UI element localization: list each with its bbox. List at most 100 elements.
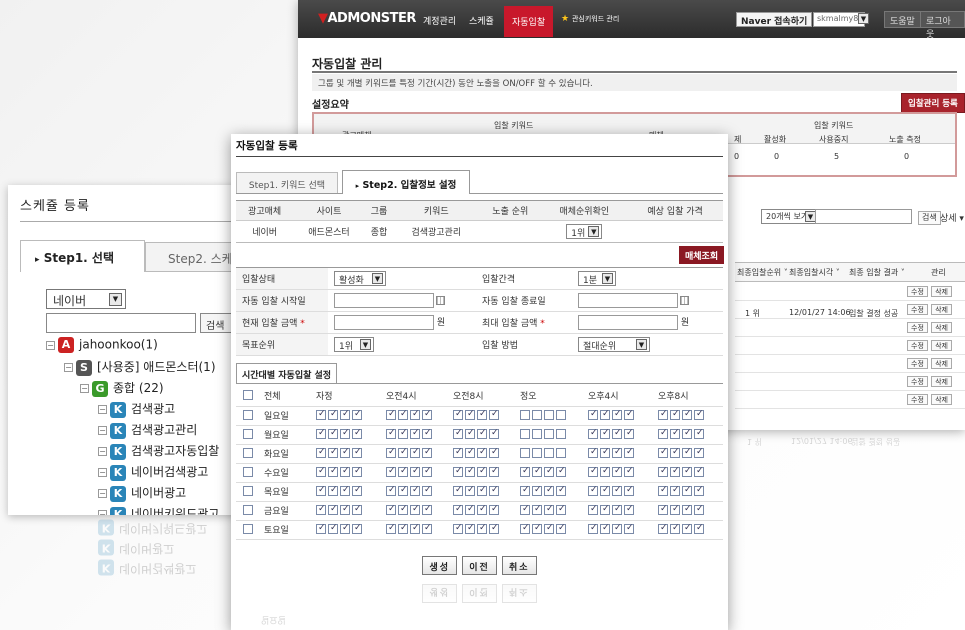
delete-button[interactable]: 삭제 [931, 376, 952, 387]
hour-checkbox[interactable] [328, 428, 338, 440]
hour-checkbox[interactable] [477, 485, 487, 497]
delete-button[interactable]: 삭제 [931, 340, 952, 351]
hour-checkbox[interactable] [489, 485, 499, 497]
day-checkbox[interactable] [243, 524, 253, 535]
hour-checkbox[interactable] [624, 523, 634, 535]
hour-checkbox[interactable] [520, 485, 530, 497]
hour-checkbox[interactable] [600, 466, 610, 478]
hour-checkbox[interactable] [600, 447, 610, 459]
hour-checkbox[interactable] [658, 466, 668, 478]
hour-checkbox[interactable] [532, 410, 542, 421]
hour-checkbox[interactable] [624, 447, 634, 459]
cancel-button[interactable]: 취소 [501, 556, 537, 575]
tree-keyword[interactable]: − K 검색광고자동입찰 [98, 442, 219, 460]
hour-checkbox[interactable] [386, 447, 396, 459]
hour-checkbox[interactable] [682, 447, 692, 459]
hour-checkbox[interactable] [556, 504, 566, 516]
hour-checkbox[interactable] [352, 504, 362, 516]
day-checkbox[interactable] [243, 505, 253, 516]
hour-checkbox[interactable] [477, 447, 487, 459]
hour-checkbox[interactable] [694, 485, 704, 497]
edit-button[interactable]: 수정 [907, 322, 928, 333]
hour-checkbox[interactable] [477, 523, 487, 535]
hour-checkbox[interactable] [520, 466, 530, 478]
hour-checkbox[interactable] [556, 485, 566, 497]
hour-checkbox[interactable] [422, 504, 432, 516]
hour-checkbox[interactable] [612, 485, 622, 497]
hour-checkbox[interactable] [422, 428, 432, 440]
hour-checkbox[interactable] [658, 485, 668, 497]
hour-checkbox[interactable] [520, 429, 530, 440]
current-bid-input[interactable] [334, 315, 434, 330]
logout-button[interactable]: 로그아웃 [920, 11, 965, 40]
hour-checkbox[interactable] [453, 466, 463, 478]
hour-checkbox[interactable] [658, 428, 668, 440]
media-select[interactable]: 네이버 ▼ [46, 289, 126, 309]
hour-checkbox[interactable] [398, 409, 408, 421]
tree-site[interactable]: − S [사용중] 애드몬스터(1) [64, 358, 216, 376]
hour-checkbox[interactable] [340, 523, 350, 535]
hour-checkbox[interactable] [612, 428, 622, 440]
hour-checkbox[interactable] [544, 504, 554, 516]
hour-checkbox[interactable] [340, 504, 350, 516]
hour-checkbox[interactable] [453, 447, 463, 459]
edit-button[interactable]: 수정 [907, 376, 928, 387]
col-last-time[interactable]: 최종입찰시각 ˅ [789, 267, 840, 278]
hour-checkbox[interactable] [682, 466, 692, 478]
hour-checkbox[interactable] [477, 504, 487, 516]
media-lookup-button[interactable]: 매체조회 [679, 246, 725, 264]
day-checkbox[interactable] [243, 410, 253, 421]
edit-button[interactable]: 수정 [907, 394, 928, 405]
hour-checkbox[interactable] [658, 523, 668, 535]
list-search-input[interactable] [815, 209, 912, 224]
hour-checkbox[interactable] [465, 447, 475, 459]
hour-checkbox[interactable] [694, 409, 704, 421]
hour-checkbox[interactable] [340, 409, 350, 421]
hour-checkbox[interactable] [489, 466, 499, 478]
hour-checkbox[interactable] [556, 429, 566, 440]
hour-checkbox[interactable] [398, 523, 408, 535]
hour-checkbox[interactable] [410, 504, 420, 516]
hour-checkbox[interactable] [352, 466, 362, 478]
hour-checkbox[interactable] [340, 466, 350, 478]
help-button[interactable]: 도움말 [884, 11, 921, 28]
tree-account[interactable]: − Ajahoonkoo(1) [46, 337, 158, 353]
hour-checkbox[interactable] [465, 504, 475, 516]
hour-checkbox[interactable] [316, 428, 326, 440]
nav-account-management[interactable]: 계정관리 [416, 10, 463, 31]
hour-checkbox[interactable] [489, 523, 499, 535]
hour-checkbox[interactable] [612, 466, 622, 478]
hour-checkbox[interactable] [532, 429, 542, 440]
schedule-section-tab[interactable]: 시간대별 자동입찰 설정 [236, 363, 338, 383]
hour-checkbox[interactable] [588, 447, 598, 459]
calendar-icon[interactable] [680, 296, 689, 305]
edit-button[interactable]: 수정 [907, 286, 928, 297]
hour-checkbox[interactable] [453, 409, 463, 421]
admonster-logo[interactable]: ▼ADMONSTER [318, 11, 416, 26]
hour-checkbox[interactable] [670, 485, 680, 497]
hour-checkbox[interactable] [532, 448, 542, 459]
hour-checkbox[interactable] [556, 410, 566, 421]
hour-checkbox[interactable] [532, 523, 542, 535]
hour-checkbox[interactable] [340, 428, 350, 440]
col-last-rank[interactable]: 최종입찰순위 ˅ [737, 267, 788, 278]
hour-checkbox[interactable] [386, 523, 396, 535]
tab-step2-bid-info[interactable]: ▸ Step2. 입찰정보 설정 [342, 170, 470, 194]
delete-button[interactable]: 삭제 [931, 358, 952, 369]
tree-keyword[interactable]: − K 검색광고관리 [98, 421, 197, 439]
tab-step1-keyword[interactable]: Step1. 키워드 선택 [236, 172, 338, 194]
create-button[interactable]: 생성 [422, 556, 458, 575]
hour-checkbox[interactable] [544, 448, 554, 459]
hour-checkbox[interactable] [398, 428, 408, 440]
hour-checkbox[interactable] [465, 428, 475, 440]
hour-checkbox[interactable] [465, 409, 475, 421]
hour-checkbox[interactable] [624, 504, 634, 516]
hour-checkbox[interactable] [612, 409, 622, 421]
hour-checkbox[interactable] [588, 409, 598, 421]
collapse-icon[interactable]: − [80, 384, 89, 393]
hour-checkbox[interactable] [328, 409, 338, 421]
hour-checkbox[interactable] [600, 504, 610, 516]
hour-checkbox[interactable] [398, 504, 408, 516]
hour-checkbox[interactable] [422, 409, 432, 421]
hour-checkbox[interactable] [624, 466, 634, 478]
